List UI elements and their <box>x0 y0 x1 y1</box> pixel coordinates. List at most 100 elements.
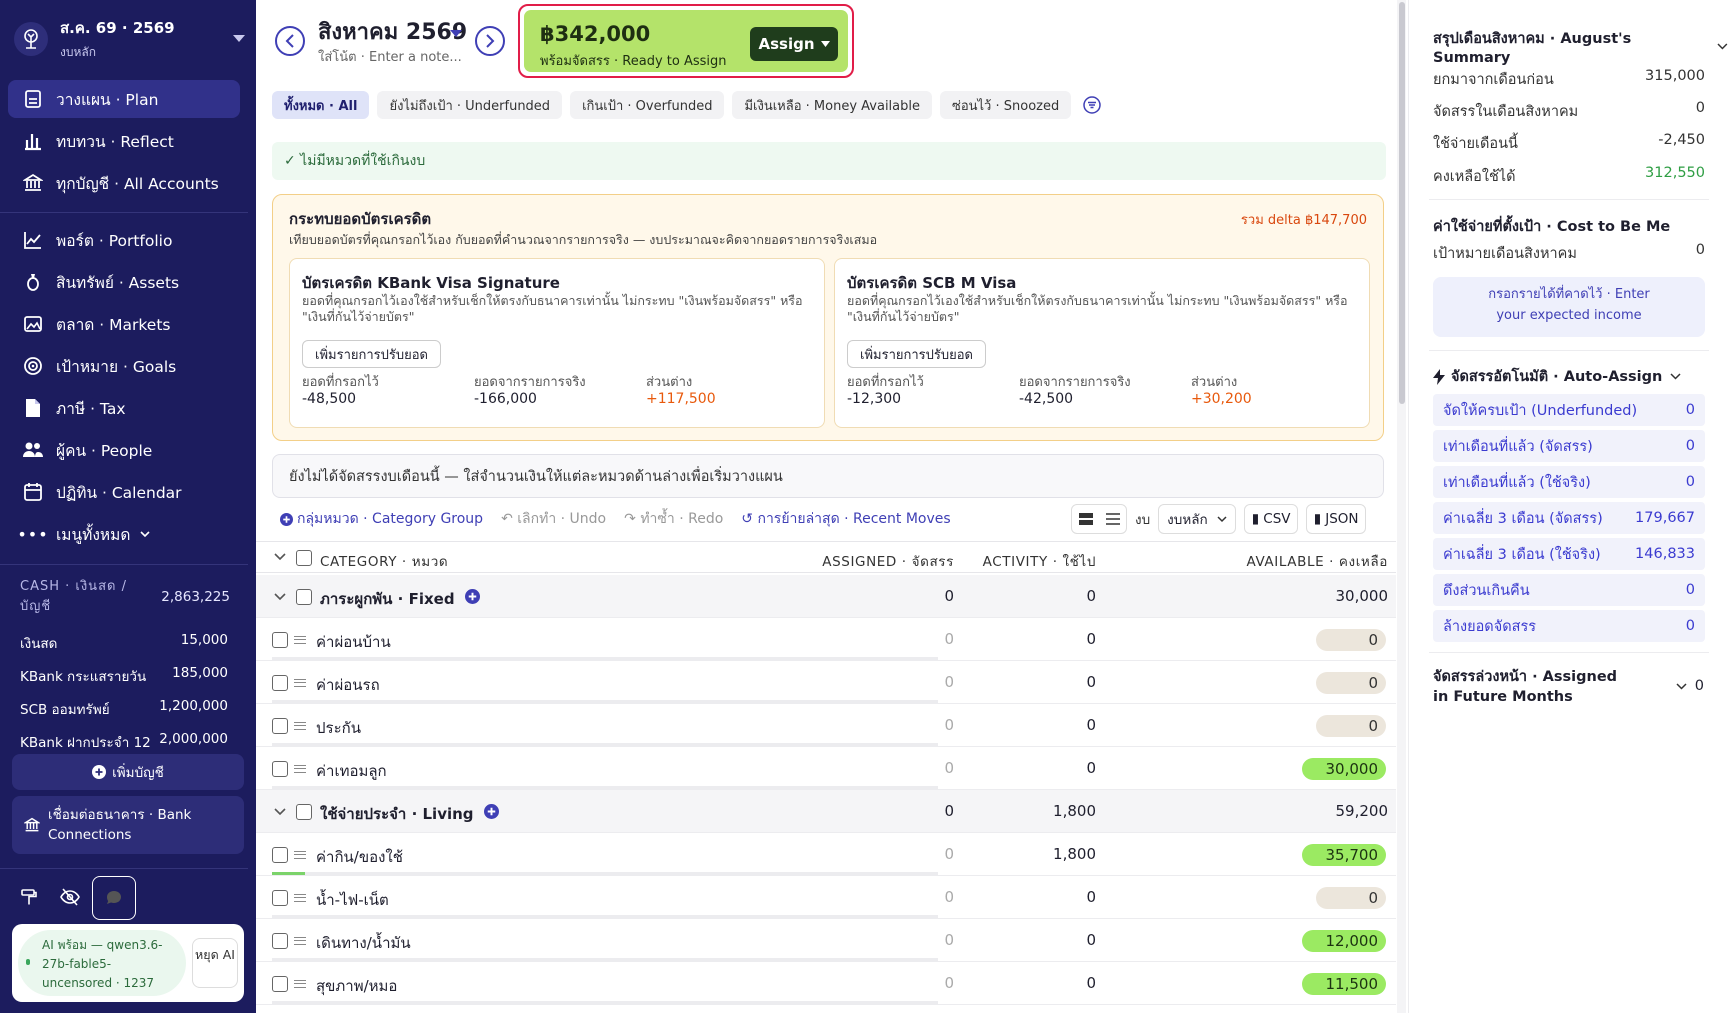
undo-button[interactable]: ↶ เลิกทำ · Undo <box>501 508 606 530</box>
auto-assign-last-month-assigned[interactable]: เท่าเดือนที่แล้ว (จัดสรร) 0 <box>1433 430 1705 462</box>
main-scrollbar-thumb[interactable] <box>1399 2 1405 404</box>
redo-button[interactable]: ↷ ทำซ้ำ · Redo <box>624 508 723 530</box>
budget-switcher[interactable]: ส.ค. 69 · 2569 งบหลัก <box>14 14 246 64</box>
category-checkbox[interactable] <box>272 761 288 777</box>
filter-money-available[interactable]: มีเงินเหลือ · Money Available <box>732 91 932 119</box>
col-assigned[interactable]: ASSIGNED · จัดสรร <box>822 550 954 572</box>
account-row[interactable]: KBank กระแสรายวัน 185,000 <box>20 665 228 687</box>
available-pill[interactable]: 11,500 <box>1302 973 1386 995</box>
assigned-input[interactable]: 0 <box>944 759 954 777</box>
nav-markets[interactable]: ตลาด · Markets <box>8 305 240 343</box>
assign-button[interactable]: Assign <box>750 27 838 61</box>
budget-select[interactable]: งบหลัก <box>1158 504 1237 534</box>
nav-tax[interactable]: ภาษี · Tax <box>8 389 240 427</box>
category-checkbox[interactable] <box>272 675 288 691</box>
recent-moves-button[interactable]: ↺ การย้ายล่าสุด · Recent Moves <box>741 508 950 530</box>
category-name[interactable]: สุขภาพ/หมอ <box>316 974 397 998</box>
filter-settings-icon[interactable] <box>1083 96 1101 114</box>
export-csv-button[interactable]: ▮ CSV <box>1244 504 1299 534</box>
nav-all-menus[interactable]: ••• เมนูทั้งหมด <box>8 515 240 553</box>
paint-roller-icon[interactable] <box>20 888 38 906</box>
category-name[interactable]: ค่าเทอมลูก <box>316 759 387 783</box>
category-checkbox[interactable] <box>272 632 288 648</box>
assigned-input[interactable]: 0 <box>944 974 954 992</box>
drag-handle-icon[interactable] <box>294 937 306 945</box>
col-available[interactable]: AVAILABLE · คงเหลือ <box>1246 550 1388 572</box>
auto-assign-header[interactable]: จัดสรรอัตโนมัติ · Auto-Assign <box>1433 365 1681 388</box>
activity-value[interactable]: 0 <box>1086 931 1096 949</box>
category-group-row[interactable]: ภาระผูกพัน · Fixed 0 0 30,000 <box>256 575 1396 618</box>
activity-value[interactable]: 1,800 <box>1053 845 1096 863</box>
summary-title[interactable]: สรุปเดือนสิงหาคม · August's Summary <box>1433 27 1728 66</box>
assigned-input[interactable]: 0 <box>944 845 954 863</box>
prev-month-button[interactable] <box>275 26 305 56</box>
category-row[interactable]: สุขภาพ/หมอ 0 0 11,500 <box>256 962 1396 1005</box>
note-input[interactable]: ใส่โน้ต · Enter a note... <box>318 46 462 67</box>
filter-underfunded[interactable]: ยังไม่ถึงเป้า · Underfunded <box>377 91 563 119</box>
auto-assign-avg-spent[interactable]: ค่าเฉลี่ย 3 เดือน (ใช้จริง) 146,833 <box>1433 538 1705 570</box>
category-name[interactable]: ประกัน <box>316 716 361 740</box>
nav-all-accounts[interactable]: ทุกบัญชี · All Accounts <box>8 164 240 202</box>
add-adjustment-button[interactable]: เพิ่มรายการปรับยอด <box>847 340 986 368</box>
add-account-button[interactable]: เพิ่มบัญชี <box>12 754 244 790</box>
next-month-button[interactable] <box>475 26 505 56</box>
assigned-input[interactable]: 0 <box>944 931 954 949</box>
category-row[interactable]: น้ำ-ไฟ-เน็ต 0 0 0 <box>256 876 1396 919</box>
activity-value[interactable]: 0 <box>1086 716 1096 734</box>
add-category-group-button[interactable]: กลุ่มหมวด · Category Group <box>280 508 483 530</box>
chat-button[interactable] <box>92 876 136 920</box>
available-pill[interactable]: 30,000 <box>1302 758 1386 780</box>
add-category-icon[interactable] <box>465 589 480 604</box>
drag-handle-icon[interactable] <box>294 765 306 773</box>
filter-all[interactable]: ทั้งหมด · All <box>272 91 370 119</box>
group-name[interactable]: ภาระผูกพัน · Fixed <box>320 587 455 611</box>
auto-assign-last-month-spent[interactable]: เท่าเดือนที่แล้ว (ใช้จริง) 0 <box>1433 466 1705 498</box>
month-dropdown-icon[interactable] <box>449 29 463 39</box>
nav-goals[interactable]: เป้าหมาย · Goals <box>8 347 240 385</box>
category-name[interactable]: ค่าผ่อนรถ <box>316 673 380 697</box>
add-adjustment-button[interactable]: เพิ่มรายการปรับยอด <box>302 340 441 368</box>
eye-off-icon[interactable] <box>60 888 80 906</box>
col-category[interactable]: CATEGORY · หมวด <box>320 550 448 572</box>
auto-assign-reset-assigned[interactable]: ล้างยอดจัดสรร 0 <box>1433 610 1705 642</box>
category-checkbox[interactable] <box>272 976 288 992</box>
activity-value[interactable]: 0 <box>1086 673 1096 691</box>
nav-portfolio[interactable]: พอร์ต · Portfolio <box>8 221 240 259</box>
group-name[interactable]: ใช้จ่ายประจำ · Living <box>320 802 474 826</box>
enter-expected-income-button[interactable]: กรอกรายได้ที่คาดไว้ · Enter your expecte… <box>1433 277 1705 337</box>
category-row[interactable]: ค่าผ่อนบ้าน 0 0 0 <box>256 618 1396 661</box>
group-checkbox[interactable] <box>296 804 312 820</box>
activity-value[interactable]: 0 <box>1086 759 1096 777</box>
category-checkbox[interactable] <box>272 847 288 863</box>
nav-calendar[interactable]: ปฏิทิน · Calendar <box>8 473 240 511</box>
stop-ai-button[interactable]: หยุด AI <box>192 938 238 988</box>
assigned-input[interactable]: 0 <box>944 630 954 648</box>
activity-value[interactable]: 0 <box>1086 888 1096 906</box>
filter-snoozed[interactable]: ซ่อนไว้ · Snoozed <box>940 91 1072 119</box>
drag-handle-icon[interactable] <box>294 980 306 988</box>
nav-assets[interactable]: สินทรัพย์ · Assets <box>8 263 240 301</box>
group-checkbox[interactable] <box>296 589 312 605</box>
select-all-checkbox[interactable] <box>296 550 312 566</box>
auto-assign-avg-assigned[interactable]: ค่าเฉลี่ย 3 เดือน (จัดสรร) 179,667 <box>1433 502 1705 534</box>
category-row[interactable]: ค่ากิน/ของใช้ 0 1,800 35,700 <box>256 833 1396 876</box>
assigned-input[interactable]: 0 <box>944 716 954 734</box>
category-name[interactable]: ค่าผ่อนบ้าน <box>316 630 391 654</box>
category-name[interactable]: น้ำ-ไฟ-เน็ต <box>316 888 389 912</box>
category-group-row[interactable]: ใช้จ่ายประจำ · Living 0 1,800 59,200 <box>256 790 1396 833</box>
available-pill[interactable]: 0 <box>1316 672 1386 694</box>
category-name[interactable]: เดินทาง/น้ำมัน <box>316 931 411 955</box>
nav-reflect[interactable]: ทบทวน · Reflect <box>8 122 240 160</box>
add-category-icon[interactable] <box>484 804 499 819</box>
category-checkbox[interactable] <box>272 933 288 949</box>
account-row[interactable]: เงินสด 15,000 <box>20 632 228 654</box>
category-checkbox[interactable] <box>272 890 288 906</box>
assigned-input[interactable]: 0 <box>944 888 954 906</box>
category-row[interactable]: ค่าเทอมลูก 0 0 30,000 <box>256 747 1396 790</box>
drag-handle-icon[interactable] <box>294 851 306 859</box>
collapse-group-icon[interactable] <box>274 808 286 816</box>
collapse-group-icon[interactable] <box>274 593 286 601</box>
assigned-input[interactable]: 0 <box>944 673 954 691</box>
month-title[interactable]: สิงหาคม 2569 <box>318 14 467 49</box>
drag-handle-icon[interactable] <box>294 722 306 730</box>
